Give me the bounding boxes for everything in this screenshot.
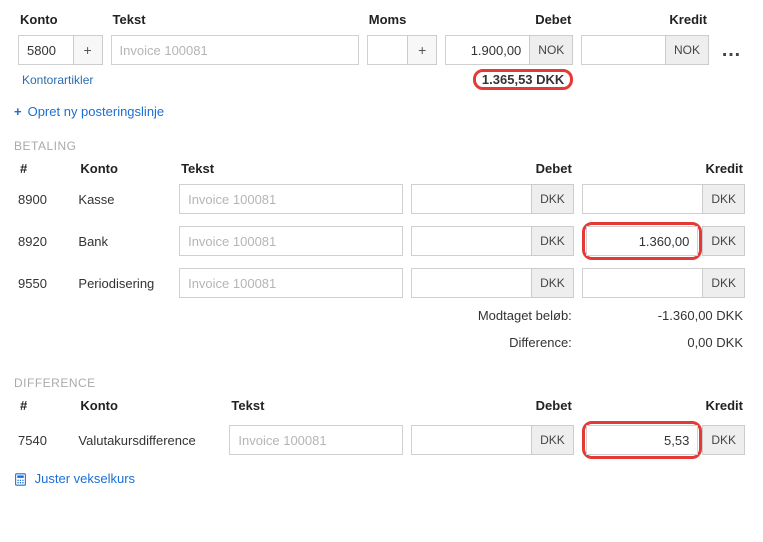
col-konto: Konto (74, 394, 225, 417)
kredit-currency-button[interactable]: DKK (702, 226, 745, 256)
kredit-input[interactable] (582, 184, 703, 214)
difference-table: # Konto Tekst Debet Kredit 7540 Valutaku… (14, 394, 749, 463)
debet-currency-button[interactable]: DKK (531, 425, 574, 455)
konto-lookup-button[interactable]: + (73, 35, 103, 65)
kredit-input[interactable] (586, 226, 699, 256)
tekst-input[interactable] (111, 35, 359, 65)
debet-input[interactable] (411, 184, 531, 214)
section-difference-label: DIFFERENCE (14, 376, 749, 390)
adjust-exchange-rate-link[interactable]: Juster vekselkurs (14, 471, 135, 486)
kredit-currency-button[interactable]: DKK (702, 184, 745, 214)
kredit-input[interactable] (586, 425, 699, 455)
converted-amount: 1.365,53 DKK (482, 72, 564, 87)
difference-label: Difference: (407, 329, 578, 356)
row-konto: Kasse (74, 180, 175, 218)
col-kredit: Kredit (577, 8, 713, 31)
debet-currency-button[interactable]: DKK (531, 226, 574, 256)
betaling-row: 8920 Bank DKK DKK (14, 218, 749, 264)
col-num: # (14, 157, 74, 180)
moms-input[interactable] (367, 35, 407, 65)
row-konto: Bank (74, 218, 175, 264)
section-betaling-label: BETALING (14, 139, 749, 153)
col-moms: Moms (363, 8, 441, 31)
received-label: Modtaget beløb: (407, 302, 578, 329)
debet-currency-button[interactable]: NOK (529, 35, 573, 65)
debet-input[interactable] (411, 425, 531, 455)
debet-input[interactable] (411, 268, 531, 298)
kredit-input[interactable] (582, 268, 703, 298)
col-konto: Konto (14, 8, 107, 31)
moms-lookup-button[interactable]: + (407, 35, 437, 65)
tekst-input[interactable] (179, 184, 403, 214)
col-num: # (14, 394, 74, 417)
difference-value: 0,00 DKK (578, 329, 749, 356)
row-num: 9550 (14, 264, 74, 302)
converted-amount-highlight: 1.365,53 DKK (473, 69, 573, 90)
row-num: 8900 (14, 180, 74, 218)
col-debet: Debet (407, 157, 578, 180)
add-posting-line-link[interactable]: + Opret ny posteringslinje (14, 104, 164, 119)
received-value: -1.360,00 DKK (578, 302, 749, 329)
row-actions-button[interactable]: … (717, 39, 745, 61)
col-kredit: Kredit (578, 394, 749, 417)
kredit-currency-button[interactable]: DKK (702, 425, 745, 455)
debet-input[interactable] (445, 35, 529, 65)
col-debet: Debet (441, 8, 577, 31)
col-kredit: Kredit (578, 157, 749, 180)
account-name-link[interactable]: Kontorartikler (18, 73, 93, 87)
row-konto: Periodisering (74, 264, 175, 302)
row-konto: Valutakursdifference (74, 417, 225, 463)
tekst-input[interactable] (179, 226, 403, 256)
col-tekst: Tekst (175, 157, 407, 180)
col-tekst: Tekst (107, 8, 363, 31)
col-debet: Debet (407, 394, 578, 417)
konto-input[interactable] (18, 35, 73, 65)
difference-row: 7540 Valutakursdifference DKK DKK (14, 417, 749, 463)
tekst-input[interactable] (229, 425, 402, 455)
betaling-row: 8900 Kasse DKK DKK (14, 180, 749, 218)
col-tekst: Tekst (225, 394, 406, 417)
betaling-table: # Konto Tekst Debet Kredit 8900 Kasse DK… (14, 157, 749, 356)
debet-currency-button[interactable]: DKK (531, 268, 574, 298)
debet-currency-button[interactable]: DKK (531, 184, 574, 214)
tekst-input[interactable] (179, 268, 403, 298)
calculator-icon (14, 473, 27, 486)
row-num: 8920 (14, 218, 74, 264)
kredit-currency-button[interactable]: DKK (702, 268, 745, 298)
col-konto: Konto (74, 157, 175, 180)
row-num: 7540 (14, 417, 74, 463)
kredit-input[interactable] (581, 35, 665, 65)
main-posting-table: Konto Tekst Moms Debet Kredit + + (14, 8, 749, 94)
betaling-row: 9550 Periodisering DKK DKK (14, 264, 749, 302)
kredit-currency-button[interactable]: NOK (665, 35, 709, 65)
plus-icon: + (83, 42, 91, 58)
posting-row: + + NOK NOK (14, 31, 749, 69)
debet-input[interactable] (411, 226, 531, 256)
plus-icon: + (418, 42, 426, 58)
plus-icon: + (14, 104, 22, 119)
